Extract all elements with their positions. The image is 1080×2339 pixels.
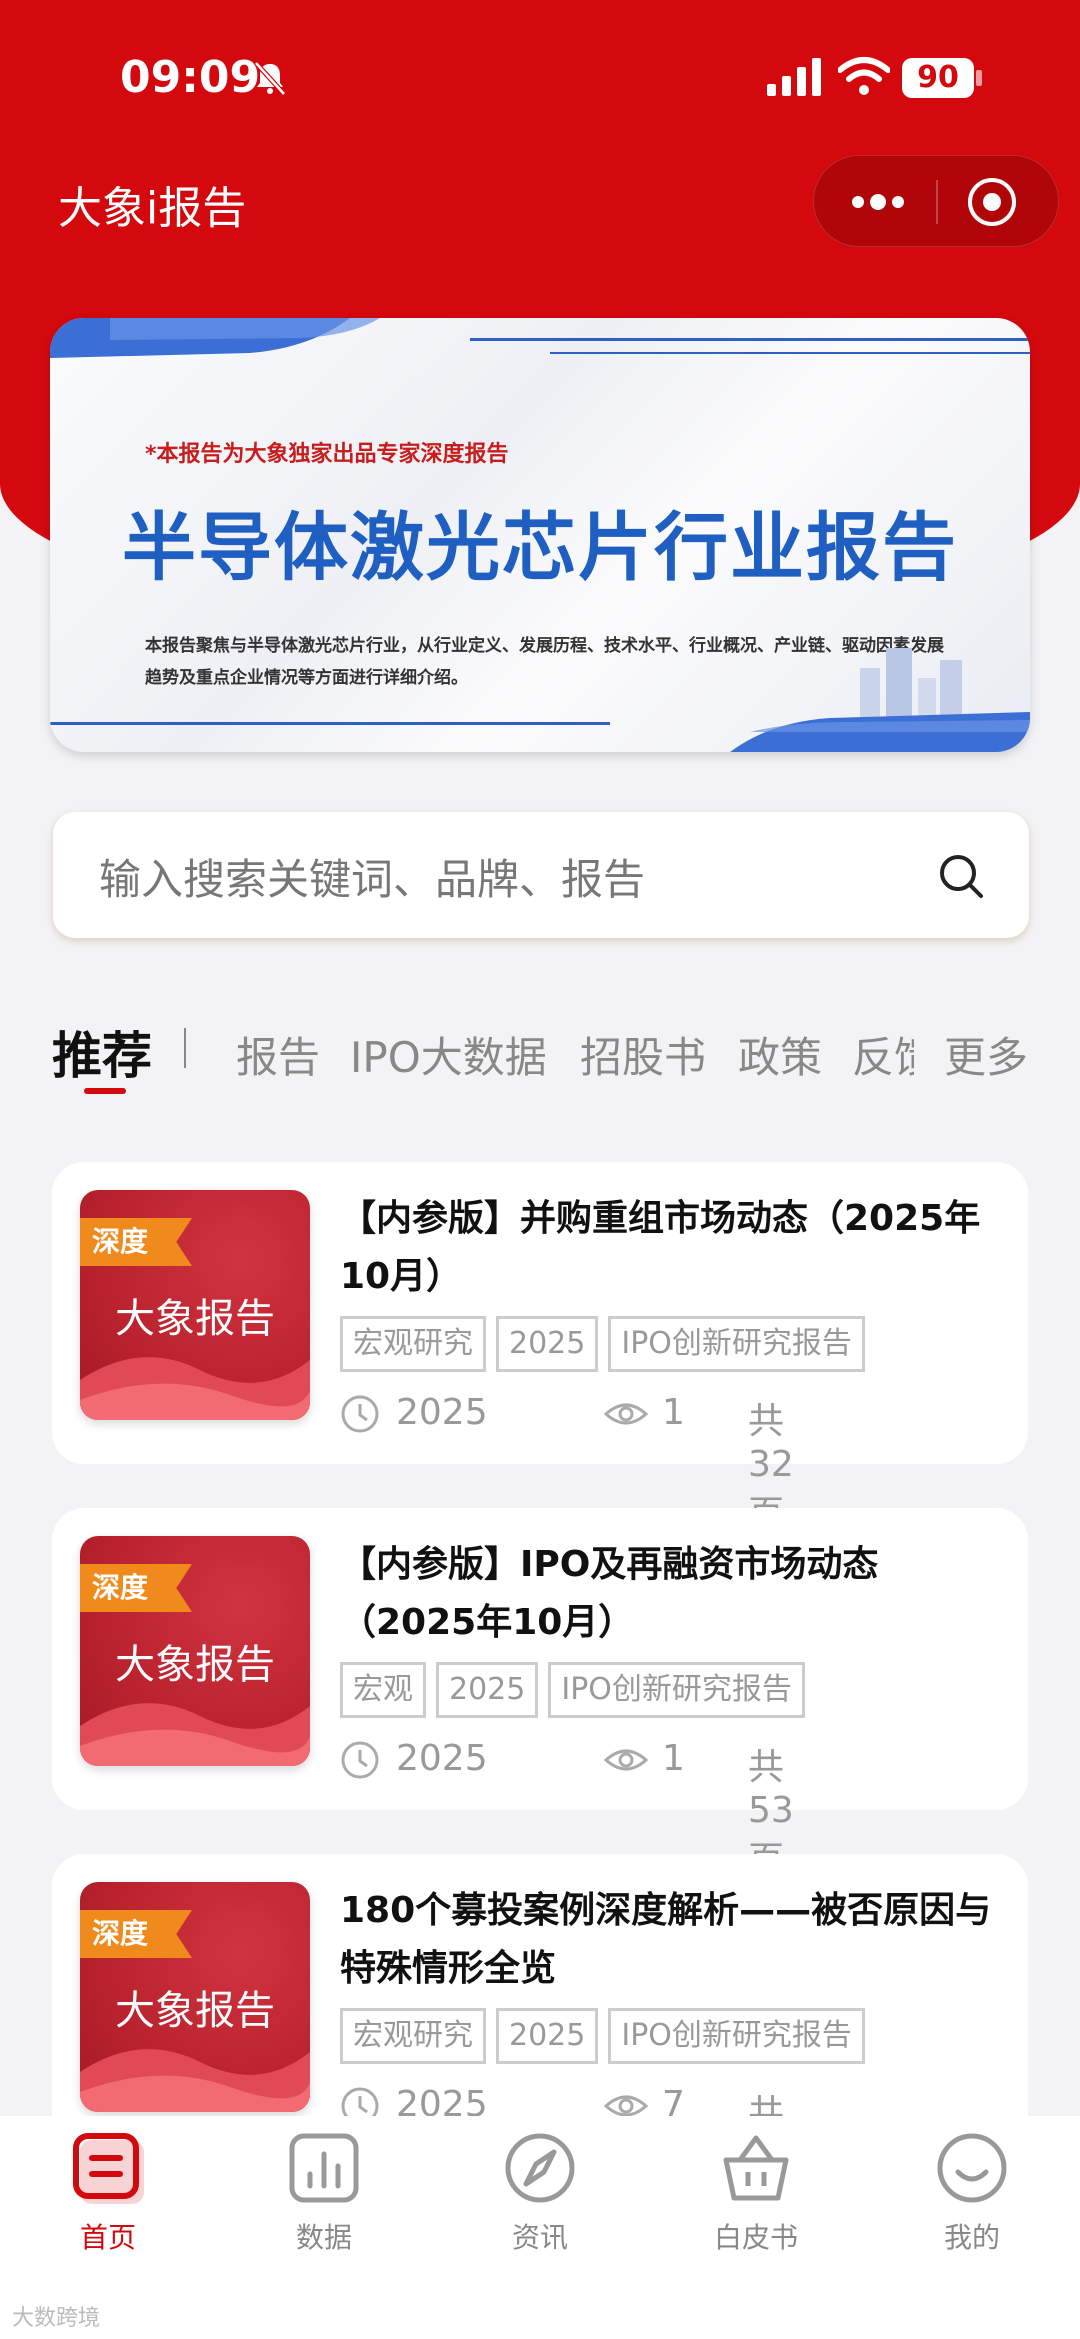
- report-card[interactable]: 深度 大象报告 【内参版】IPO及再融资市场动态（2025年10月） 宏观 202…: [52, 1508, 1028, 1881]
- tag: 宏观: [340, 1662, 426, 1718]
- tab-recommend[interactable]: 推荐: [52, 1016, 152, 1088]
- nav-label: 数据: [295, 2221, 352, 2254]
- report-title[interactable]: 【内参版】并购重组市场动态（2025年10月）: [340, 1190, 1000, 1306]
- nav-label: 白皮书: [713, 2221, 798, 2254]
- banner-note: *本报告为大象独家出品专家深度报告: [145, 442, 509, 467]
- battery-level: 90: [902, 58, 974, 98]
- report-title[interactable]: 【内参版】IPO及再融资市场动态（2025年10月）: [340, 1536, 1000, 1652]
- tag: 宏观研究: [340, 2008, 486, 2064]
- report-year: 2025: [396, 1738, 488, 1779]
- active-tab-indicator: [84, 1088, 126, 1094]
- clock-icon: [341, 1395, 379, 1433]
- close-target-icon[interactable]: [966, 176, 1018, 228]
- nav-profile[interactable]: 我的: [902, 2130, 1042, 2270]
- depth-badge: 深度: [80, 1218, 192, 1266]
- banner-top-stripes: [50, 318, 1030, 358]
- tab-policy[interactable]: 政策: [738, 1024, 822, 1085]
- cover-brand: 大象报告: [115, 1642, 275, 1688]
- nav-label: 资讯: [511, 2221, 568, 2254]
- report-tags: 宏观研究 2025 IPO创新研究报告: [340, 2008, 875, 2064]
- mini-program-capsule: [813, 155, 1059, 247]
- category-tabs: 推荐 报告 IPO大数据 招股书 政策 反馈 更多: [52, 1016, 1052, 1096]
- report-card[interactable]: 深度 大象报告 【内参版】并购重组市场动态（2025年10月） 宏观研究 2025…: [52, 1162, 1028, 1535]
- status-bar: 09:09 90: [0, 0, 1080, 160]
- depth-badge: 深度: [80, 1910, 192, 1958]
- report-card[interactable]: 深度 大象报告 180个募投案例深度解析——被否原因与特殊情形全览 宏观研究 20…: [52, 1854, 1028, 2227]
- banner-bottom-stripes: [50, 712, 1030, 752]
- cover-brand: 大象报告: [115, 1988, 275, 2034]
- tab-reports[interactable]: 报告: [236, 1024, 320, 1085]
- tag: IPO创新研究报告: [608, 1316, 865, 1372]
- more-icon[interactable]: [846, 186, 910, 218]
- home-icon: [73, 2133, 144, 2204]
- clock-icon: [341, 1741, 379, 1779]
- tab-more[interactable]: 更多: [944, 1024, 1028, 1085]
- search-placeholder[interactable]: 输入搜索关键词、品牌、报告: [99, 846, 645, 907]
- tab-prospectus[interactable]: 招股书: [580, 1024, 706, 1085]
- nav-data[interactable]: 数据: [254, 2130, 394, 2270]
- battery-indicator: 90: [902, 58, 982, 98]
- search-icon[interactable]: [937, 852, 985, 900]
- nav-label: 我的: [943, 2221, 1000, 2254]
- tag: 宏观研究: [340, 1316, 486, 1372]
- tag: 2025: [496, 2008, 599, 2064]
- mute-bell-icon: [254, 61, 286, 96]
- tag: IPO创新研究报告: [608, 2008, 865, 2064]
- tab-ipo-data[interactable]: IPO大数据: [350, 1024, 547, 1085]
- tab-divider: [184, 1028, 186, 1068]
- nav-whitepaper[interactable]: 白皮书: [686, 2130, 826, 2270]
- view-count: 1: [662, 1392, 685, 1433]
- smile-icon: [937, 2133, 1007, 2203]
- basket-icon: [723, 2135, 789, 2201]
- nav-label: 首页: [79, 2221, 136, 2254]
- bottom-tab-bar: 首页 数据 资讯 白皮书 我的: [0, 2116, 1080, 2339]
- tab-feedback[interactable]: 反馈: [852, 1024, 914, 1085]
- banner-title: 半导体激光芯片行业报告: [122, 505, 958, 591]
- report-tags: 宏观 2025 IPO创新研究报告: [340, 1662, 815, 1718]
- status-time: 09:09: [120, 52, 261, 103]
- cover-brand: 大象报告: [115, 1296, 275, 1342]
- report-cover: 深度 大象报告: [80, 1536, 310, 1766]
- search-bar[interactable]: 输入搜索关键词、品牌、报告: [53, 812, 1029, 938]
- view-count: 1: [662, 1738, 685, 1779]
- nav-news[interactable]: 资讯: [470, 2130, 610, 2270]
- promo-banner[interactable]: *本报告为大象独家出品专家深度报告 半导体激光芯片行业报告 本报告聚焦与半导体激…: [50, 318, 1030, 752]
- nav-home[interactable]: 首页: [38, 2130, 178, 2270]
- watermark: 大数跨境: [12, 2306, 101, 2331]
- depth-badge: 深度: [80, 1564, 192, 1612]
- report-cover: 深度 大象报告: [80, 1882, 310, 2112]
- eye-icon: [604, 1749, 648, 1771]
- tag: IPO创新研究报告: [548, 1662, 805, 1718]
- report-year: 2025: [396, 1392, 488, 1433]
- tag: 2025: [436, 1662, 539, 1718]
- report-title[interactable]: 180个募投案例深度解析——被否原因与特殊情形全览: [340, 1882, 1000, 1998]
- eye-icon: [604, 1403, 648, 1425]
- tag: 2025: [496, 1316, 599, 1372]
- compass-icon: [505, 2133, 575, 2203]
- app-title: 大象i报告: [58, 183, 247, 234]
- chart-icon: [289, 2133, 359, 2203]
- report-cover: 深度 大象报告: [80, 1190, 310, 1420]
- cellular-signal-icon: [767, 58, 821, 96]
- wifi-icon: [838, 57, 890, 95]
- report-tags: 宏观研究 2025 IPO创新研究报告: [340, 1316, 875, 1372]
